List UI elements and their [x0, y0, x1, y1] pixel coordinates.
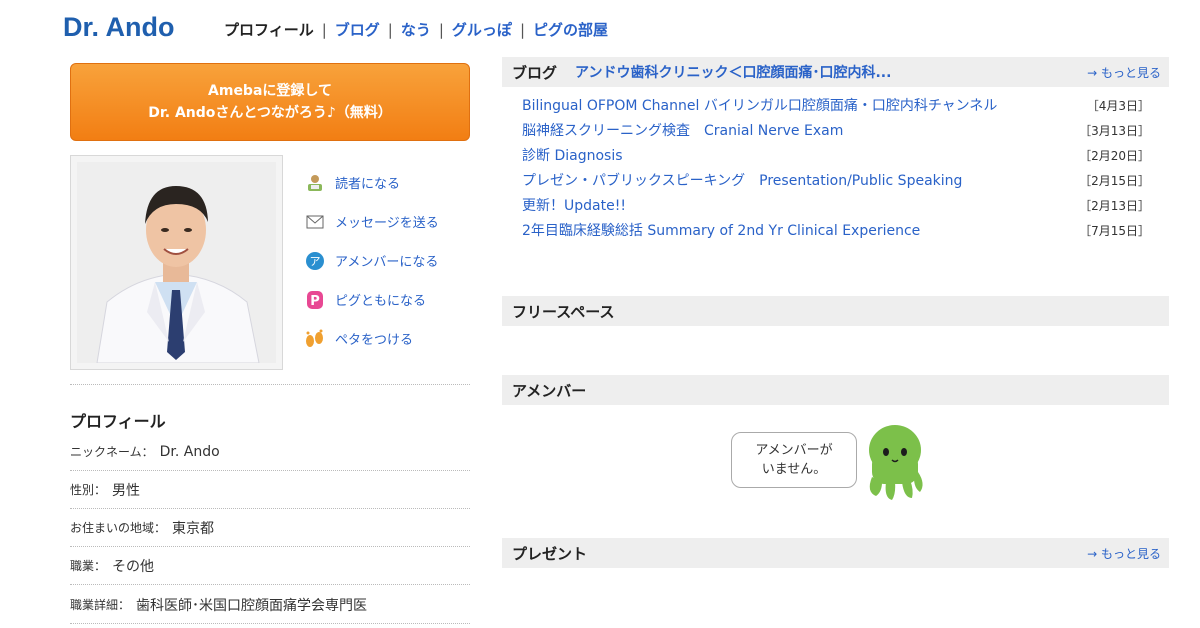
nav-group[interactable]: グルっぽ — [452, 19, 512, 40]
top-nav: プロフィール | ブログ | なう | グルっぽ | ピグの部屋 — [224, 19, 608, 40]
action-label: ペタをつける — [335, 333, 414, 348]
freespace-section-header: フリースペース — [502, 296, 1169, 326]
svg-text:ア: ア — [310, 255, 321, 268]
freespace-label: フリースペース — [512, 302, 615, 321]
bubble-line1: アメンバーが — [755, 443, 833, 458]
present-more-link[interactable]: → もっと見る — [1087, 545, 1161, 562]
profile-key: 職業詳細： — [70, 598, 131, 612]
profile-value: その他 — [112, 558, 155, 575]
blog-entry-title[interactable]: 2年目臨床経験総括 Summary of 2nd Yr Clinical Exp… — [522, 219, 1002, 244]
nav-separator: | — [519, 20, 525, 39]
blog-entry: プレゼン・パブリックスピーキング Presentation/Public Spe… — [522, 169, 1150, 194]
blog-entry-date: ［2月20日］ — [1079, 149, 1150, 163]
blog-entry-date: ［3月13日］ — [1079, 124, 1150, 138]
nav-separator: | — [387, 20, 393, 39]
divider — [70, 384, 470, 385]
pigg-icon: P — [304, 289, 326, 311]
amember-section-header: アメンバー — [502, 375, 1169, 405]
become-piggtomo-link[interactable]: P ピグともになる — [304, 280, 439, 319]
blog-more-link[interactable]: → もっと見る — [1087, 64, 1161, 81]
blog-label: ブログ — [512, 63, 558, 82]
bubble-line2: いません。 — [761, 462, 827, 477]
svg-text:P: P — [310, 294, 320, 309]
profile-key: 職業： — [70, 559, 107, 573]
blog-entry-title[interactable]: 脳神経スクリーニング検査 Cranial Nerve Exam — [522, 119, 1002, 144]
blog-entry: Bilingual OFPOM Channel バイリンガル口腔顔面痛・口腔内科… — [522, 94, 1150, 119]
present-section-header: プレゼント → もっと見る — [502, 538, 1169, 568]
profile-row-nickname: ニックネーム： Dr. Ando — [70, 433, 470, 471]
blog-entry-title[interactable]: 更新！Update!! — [522, 194, 1002, 219]
reader-icon — [304, 172, 326, 194]
profile-key: ニックネーム： — [70, 445, 154, 459]
site-title[interactable]: Dr. Ando — [63, 12, 175, 43]
nav-separator: | — [438, 20, 444, 39]
profile-row-gender: 性別： 男性 — [70, 471, 470, 509]
mail-icon — [304, 211, 326, 233]
nav-now[interactable]: なう — [401, 19, 431, 40]
blog-entry-date: ［7月15日］ — [1079, 224, 1150, 238]
send-message-link[interactable]: メッセージを送る — [304, 202, 439, 241]
profile-key: お住まいの地域： — [70, 521, 167, 535]
profile-value: 男性 — [112, 482, 141, 499]
nav-blog[interactable]: ブログ — [335, 19, 380, 40]
register-line2: Dr. Andoさんとつながろう♪（無料） — [148, 105, 392, 121]
blog-title-link[interactable]: アンドウ歯科クリニック＜口腔顔面痛･口腔内科... — [575, 62, 891, 82]
blog-entry-list: Bilingual OFPOM Channel バイリンガル口腔顔面痛・口腔内科… — [522, 94, 1150, 244]
no-amember-bubble: アメンバーが いません。 — [731, 432, 857, 488]
profile-photo[interactable] — [77, 162, 276, 363]
register-button[interactable]: Amebaに登録して Dr. Andoさんとつながろう♪（無料） — [70, 63, 470, 141]
footprint-icon — [304, 328, 326, 350]
profile-value: 東京都 — [172, 520, 215, 537]
action-links: 読者になる メッセージを送る ア アメンバーになる P ピグともになる ペタをつ… — [304, 163, 439, 358]
blog-entry-title[interactable]: Bilingual OFPOM Channel バイリンガル口腔顔面痛・口腔内科… — [522, 94, 1002, 119]
blog-entry: 更新！Update!! ［2月13日］ — [522, 194, 1150, 219]
nav-profile[interactable]: プロフィール — [224, 19, 314, 40]
amember-label: アメンバー — [512, 381, 587, 400]
nav-pigg-room[interactable]: ピグの部屋 — [533, 19, 608, 40]
profile-row-region: お住まいの地域： 東京都 — [70, 509, 470, 547]
blog-entry-title[interactable]: プレゼン・パブリックスピーキング Presentation/Public Spe… — [522, 169, 1002, 194]
green-mascot-icon — [869, 425, 923, 500]
blog-entry-date: ［2月15日］ — [1079, 174, 1150, 188]
blog-entry-date: ［2月13日］ — [1079, 199, 1150, 213]
profile-key: 性別： — [70, 483, 107, 497]
profile-photo-frame — [70, 155, 283, 370]
blog-entry: 2年目臨床経験総括 Summary of 2nd Yr Clinical Exp… — [522, 219, 1150, 244]
present-label: プレゼント — [512, 544, 588, 563]
nav-separator: | — [321, 20, 327, 39]
profile-row-occupation: 職業： その他 — [70, 547, 470, 585]
amember-icon: ア — [304, 250, 326, 272]
become-amember-link[interactable]: ア アメンバーになる — [304, 241, 439, 280]
action-label: アメンバーになる — [335, 255, 439, 270]
action-label: ピグともになる — [335, 294, 427, 309]
blog-entry-date: ［4月3日］ — [1086, 99, 1150, 113]
register-line1: Amebaに登録して — [208, 83, 332, 99]
action-label: 読者になる — [335, 177, 401, 192]
add-peta-link[interactable]: ペタをつける — [304, 319, 439, 358]
become-reader-link[interactable]: 読者になる — [304, 163, 439, 202]
profile-heading: プロフィール — [70, 412, 166, 431]
profile-value: 歯科医師･米国口腔顔面痛学会専門医 — [136, 597, 368, 614]
blog-section-header: ブログ アンドウ歯科クリニック＜口腔顔面痛･口腔内科... → もっと見る — [502, 57, 1169, 87]
action-label: メッセージを送る — [335, 216, 439, 231]
profile-value: Dr. Ando — [159, 443, 220, 460]
blog-entry: 診断 Diagnosis ［2月20日］ — [522, 144, 1150, 169]
profile-row-occupation-detail: 職業詳細： 歯科医師･米国口腔顔面痛学会専門医 — [70, 586, 470, 624]
blog-entry: 脳神経スクリーニング検査 Cranial Nerve Exam ［3月13日］ — [522, 119, 1150, 144]
blog-entry-title[interactable]: 診断 Diagnosis — [522, 144, 1002, 169]
doctor-portrait-image — [77, 162, 276, 363]
